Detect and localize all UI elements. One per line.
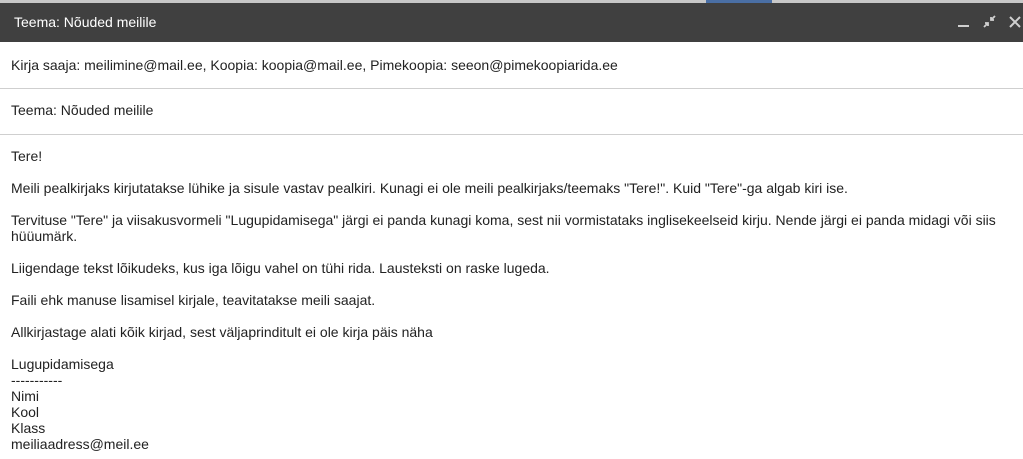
body-greeting: Tere!	[11, 148, 43, 164]
close-icon[interactable]	[1007, 13, 1023, 31]
signature-class: Klass	[11, 420, 46, 436]
subject-text: Teema: Nõuded meilile	[11, 102, 154, 118]
body-paragraph: Liigendage tekst lõikudeks, kus iga lõig…	[11, 260, 550, 276]
body-paragraph: Faili ehk manuse lisamisel kirjale, teav…	[11, 292, 376, 308]
recipients-text: Kirja saaja: meilimine@mail.ee, Koopia: …	[11, 57, 618, 73]
subject-field[interactable]: Teema: Nõuded meilile	[0, 89, 1023, 135]
window-title: Teema: Nõuded meilile	[14, 14, 157, 30]
minimize-icon[interactable]	[955, 13, 973, 31]
compose-window: Teema: Nõuded meilile Kirja saaja: meili…	[0, 0, 1023, 459]
message-body[interactable]: Tere! Meili pealkirjaks kirjutatakse lüh…	[11, 148, 1011, 452]
popout-icon[interactable]	[981, 13, 999, 31]
recipients-field[interactable]: Kirja saaja: meilimine@mail.ee, Koopia: …	[0, 42, 1023, 89]
signature-school: Kool	[11, 404, 40, 420]
body-paragraph: Allkirjastage alati kõik kirjad, sest vä…	[11, 324, 433, 340]
signature-name: Nimi	[11, 388, 39, 404]
signature-closing: Lugupidamisega	[11, 356, 114, 372]
compose-titlebar[interactable]: Teema: Nõuded meilile	[0, 3, 1023, 42]
body-paragraph: Meili pealkirjaks kirjutatakse lühike ja…	[11, 180, 848, 196]
signature-email: meiliaadress@meil.ee	[11, 436, 149, 452]
body-paragraph: Tervituse "Tere" ja viisakusvormeli "Lug…	[11, 212, 996, 244]
signature-separator: -----------	[11, 372, 63, 388]
